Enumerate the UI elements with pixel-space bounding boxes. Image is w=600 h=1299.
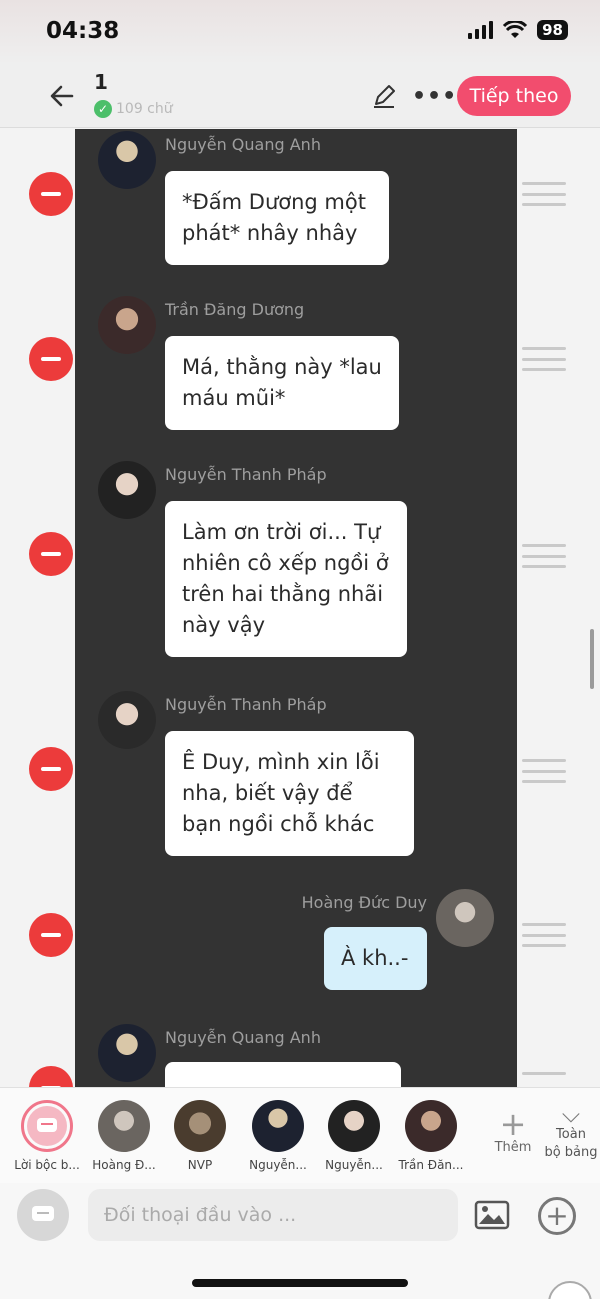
message-row: Nguyễn Thanh Pháp Ê Duy, mình xin lỗi nh… xyxy=(0,689,600,884)
back-button[interactable] xyxy=(44,78,80,114)
full-board-label-2: bộ bảng xyxy=(544,1145,598,1160)
word-count: ✓ 109 chữ xyxy=(94,100,173,118)
more-options-button[interactable]: ••• xyxy=(412,84,457,109)
plus-icon: + xyxy=(545,1199,569,1232)
chevron-down-icon: ⌵ xyxy=(561,1100,581,1128)
speaker-name: Nguyễn Quang Anh xyxy=(165,135,321,154)
avatar xyxy=(98,131,156,189)
character-label: NVP xyxy=(187,1158,213,1172)
drag-handle-icon[interactable] xyxy=(522,923,566,947)
avatar xyxy=(328,1100,380,1152)
dialogue-input[interactable]: Đối thoại đầu vào ... xyxy=(88,1189,458,1241)
character-label: Trần Đăn... xyxy=(398,1158,464,1172)
home-indicator xyxy=(192,1279,408,1287)
avatar xyxy=(174,1100,226,1152)
avatar xyxy=(436,889,494,947)
composer: Đối thoại đầu vào ... + xyxy=(0,1183,600,1299)
minus-icon xyxy=(41,552,61,556)
character-item[interactable]: Nguyễn... xyxy=(240,1100,316,1172)
drag-handle-icon[interactable] xyxy=(522,544,566,568)
avatar xyxy=(252,1100,304,1152)
speaker-name: Nguyễn Thanh Pháp xyxy=(165,465,327,484)
remove-message-button[interactable] xyxy=(29,913,73,957)
minus-icon xyxy=(41,767,61,771)
message-row: Hoàng Đức Duy À kh..- xyxy=(0,887,600,1017)
speaker-name: Trần Đăng Dương xyxy=(165,300,305,319)
avatar xyxy=(98,1024,156,1082)
character-item[interactable]: NVP xyxy=(162,1100,238,1172)
speaker-name: Nguyễn Thanh Pháp xyxy=(165,695,327,714)
drag-handle-icon[interactable] xyxy=(522,1072,566,1082)
add-character-button[interactable]: + Thêm xyxy=(488,1108,538,1155)
full-board-label-1: Toàn xyxy=(556,1127,586,1142)
add-button[interactable]: + xyxy=(538,1197,576,1235)
message-bubble[interactable]: Má, thằng này *lau máu mũi* xyxy=(165,336,399,430)
drag-handle-icon[interactable] xyxy=(522,759,566,783)
message-row: Trần Đăng Dương Má, thằng này *lau máu m… xyxy=(0,294,600,454)
plus-icon: + xyxy=(499,1105,527,1143)
message-bubble[interactable]: Ê Duy, mình xin lỗi nha, biết vậy để bạn… xyxy=(165,731,414,856)
next-button[interactable]: Tiếp theo xyxy=(457,76,571,116)
edit-button[interactable] xyxy=(370,82,398,110)
narration-toggle-button[interactable] xyxy=(17,1189,69,1241)
comment-icon xyxy=(32,1206,54,1221)
comment-icon xyxy=(37,1118,57,1132)
message-row: Nguyễn Thanh Pháp Làm ơn trời ơi... Tự n… xyxy=(0,459,600,684)
minus-icon xyxy=(41,192,61,196)
remove-message-button[interactable] xyxy=(29,532,73,576)
message-bubble[interactable]: Làm ơn trời ơi... Tự nhiên cô xếp ngồi ở… xyxy=(165,501,407,657)
avatar xyxy=(98,296,156,354)
speaker-name: Nguyễn Quang Anh xyxy=(165,1028,321,1047)
status-indicators: 98 xyxy=(468,20,568,40)
drag-handle-icon[interactable] xyxy=(522,182,566,206)
status-bar: 04:38 98 xyxy=(0,0,600,64)
character-label: Lời bộc b... xyxy=(14,1158,80,1172)
cellular-signal-icon xyxy=(468,21,494,39)
character-narration[interactable]: Lời bộc b... xyxy=(9,1100,85,1172)
wifi-icon xyxy=(503,21,528,38)
minus-icon xyxy=(41,933,61,937)
remove-message-button[interactable] xyxy=(29,747,73,791)
narration-avatar xyxy=(21,1100,73,1152)
speaker-name: Hoàng Đức Duy xyxy=(301,893,427,912)
insert-image-button[interactable] xyxy=(474,1199,510,1231)
character-item[interactable]: Trần Đăn... xyxy=(393,1100,469,1172)
message-bubble[interactable] xyxy=(165,1062,401,1087)
character-label: Nguyễn... xyxy=(325,1158,383,1172)
message-row: Nguyễn Quang Anh xyxy=(0,1022,600,1087)
remove-message-button[interactable] xyxy=(29,1066,73,1087)
word-count-label: 109 chữ xyxy=(116,101,173,117)
avatar xyxy=(98,461,156,519)
character-item[interactable]: Nguyễn... xyxy=(316,1100,392,1172)
scroll-to-top-button[interactable] xyxy=(548,1281,592,1299)
arrow-left-icon xyxy=(50,85,74,107)
pencil-icon xyxy=(374,85,395,108)
battery-indicator: 98 xyxy=(537,20,568,40)
character-bar: Lời bộc b... Hoàng Đ... NVP Nguyễn... Ng… xyxy=(0,1087,600,1183)
drag-handle-icon[interactable] xyxy=(522,347,566,371)
image-icon xyxy=(474,1200,510,1230)
remove-message-button[interactable] xyxy=(29,172,73,216)
message-bubble[interactable]: *Đấm Dương một phát* nhây nhây xyxy=(165,171,389,265)
header: 1 ✓ 109 chữ ••• Tiếp theo xyxy=(0,64,600,128)
scrollbar[interactable] xyxy=(590,629,594,689)
avatar xyxy=(98,1100,150,1152)
character-label: Nguyễn... xyxy=(249,1158,307,1172)
add-character-label: Thêm xyxy=(494,1140,532,1155)
check-icon: ✓ xyxy=(94,100,112,118)
status-time: 04:38 xyxy=(46,18,120,44)
page-title: 1 xyxy=(94,70,108,94)
avatar xyxy=(98,691,156,749)
message-bubble[interactable]: À kh..- xyxy=(324,927,427,990)
character-item[interactable]: Hoàng Đ... xyxy=(86,1100,162,1172)
message-row: Nguyễn Quang Anh *Đấm Dương một phát* nh… xyxy=(0,129,600,289)
script-editor: Nguyễn Quang Anh *Đấm Dương một phát* nh… xyxy=(0,129,600,1087)
full-board-button[interactable]: ⌵ Toàn bộ bảng xyxy=(540,1102,600,1162)
remove-message-button[interactable] xyxy=(29,337,73,381)
minus-icon xyxy=(41,357,61,361)
character-label: Hoàng Đ... xyxy=(92,1158,156,1172)
avatar xyxy=(405,1100,457,1152)
screen: 04:38 98 1 ✓ 109 chữ ••• Tiếp theo Nguyễ… xyxy=(0,0,600,1299)
